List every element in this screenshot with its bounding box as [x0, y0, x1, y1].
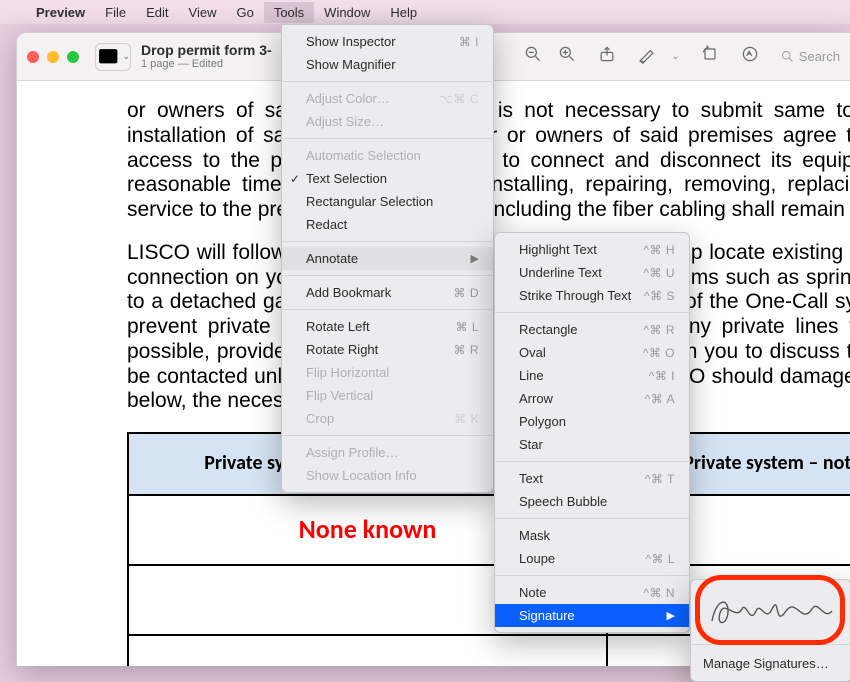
close-button[interactable]: [27, 51, 39, 63]
tools-item-rectangular-selection[interactable]: Rectangular Selection: [282, 190, 493, 213]
tools-item-flip-horizontal: Flip Horizontal: [282, 361, 493, 384]
menu-view[interactable]: View: [179, 2, 227, 23]
manage-signatures-item[interactable]: Manage Signatures…: [691, 650, 850, 676]
search-field[interactable]: Search: [780, 49, 840, 64]
rotate-icon[interactable]: [700, 44, 720, 69]
title-block: Drop permit form 3- 1 page — Edited: [141, 42, 272, 71]
annotate-item-polygon[interactable]: Polygon: [495, 410, 689, 433]
highlight-icon[interactable]: [637, 44, 657, 69]
tools-item-adjust-size-: Adjust Size…: [282, 110, 493, 133]
zoom-in-icon[interactable]: [557, 44, 577, 69]
annotate-item-strike-through-text[interactable]: Strike Through Text^⌘ S: [495, 284, 689, 307]
tools-menu: Show Inspector⌘ IShow Magnifier Adjust Co…: [281, 24, 494, 493]
annotate-item-highlight-text[interactable]: Highlight Text^⌘ H: [495, 238, 689, 261]
menu-window[interactable]: Window: [314, 2, 380, 23]
tools-item-automatic-selection: Automatic Selection: [282, 144, 493, 167]
annotate-item-mask[interactable]: Mask: [495, 524, 689, 547]
highlight-dropdown-icon[interactable]: ⌄: [671, 51, 679, 62]
toolbar-icons: ⌄ Search: [523, 44, 840, 69]
signature-submenu: Manage Signatures…: [690, 579, 850, 682]
document-subtitle: 1 page — Edited: [141, 58, 272, 71]
menu-tools[interactable]: Tools: [264, 2, 314, 23]
annotate-submenu: Highlight Text^⌘ HUnderline Text^⌘ UStri…: [494, 232, 690, 633]
app-menu[interactable]: Preview: [26, 2, 95, 23]
annotate-item-speech-bubble[interactable]: Speech Bubble: [495, 490, 689, 513]
traffic-lights: [27, 51, 79, 63]
share-icon[interactable]: [597, 44, 617, 69]
sidebar-toggle[interactable]: ⌄: [95, 43, 131, 71]
annotate-item-line[interactable]: Line^⌘ I: [495, 364, 689, 387]
zoom-button[interactable]: [67, 51, 79, 63]
minimize-button[interactable]: [47, 51, 59, 63]
annotate-item-underline-text[interactable]: Underline Text^⌘ U: [495, 261, 689, 284]
annotate-item-signature[interactable]: Signature▶: [495, 604, 689, 627]
tools-item-rotate-left[interactable]: Rotate Left⌘ L: [282, 315, 493, 338]
tools-item-text-selection[interactable]: ✓Text Selection: [282, 167, 493, 190]
document-title: Drop permit form 3-: [141, 42, 272, 58]
tools-item-adjust-color-: Adjust Color…⌥⌘ C: [282, 87, 493, 110]
menu-file[interactable]: File: [95, 2, 136, 23]
annotate-item-rectangle[interactable]: Rectangle^⌘ R: [495, 318, 689, 341]
annotate-item-star[interactable]: Star: [495, 433, 689, 456]
menu-help[interactable]: Help: [380, 2, 427, 23]
tools-item-crop: Crop⌘ K: [282, 407, 493, 430]
tools-item-rotate-right[interactable]: Rotate Right⌘ R: [282, 338, 493, 361]
tools-item-show-inspector[interactable]: Show Inspector⌘ I: [282, 30, 493, 53]
markup-icon[interactable]: [740, 44, 760, 69]
annotate-item-note[interactable]: Note^⌘ N: [495, 581, 689, 604]
tools-item-annotate[interactable]: Annotate▶: [282, 247, 493, 270]
tools-item-flip-vertical: Flip Vertical: [282, 384, 493, 407]
tools-item-add-bookmark[interactable]: Add Bookmark⌘ D: [282, 281, 493, 304]
tools-item-show-location-info: Show Location Info: [282, 464, 493, 487]
tools-item-assign-profile-: Assign Profile…: [282, 441, 493, 464]
tools-item-redact[interactable]: Redact: [282, 213, 493, 236]
tools-item-show-magnifier[interactable]: Show Magnifier: [282, 53, 493, 76]
search-placeholder: Search: [799, 49, 840, 64]
annotate-item-arrow[interactable]: Arrow^⌘ A: [495, 387, 689, 410]
zoom-out-icon[interactable]: [523, 44, 543, 69]
menu-edit[interactable]: Edit: [136, 2, 178, 23]
annotate-item-text[interactable]: Text^⌘ T: [495, 467, 689, 490]
menu-go[interactable]: Go: [226, 2, 263, 23]
table-cell: [128, 635, 607, 666]
annotate-item-loupe[interactable]: Loupe^⌘ L: [495, 547, 689, 570]
annotate-item-oval[interactable]: Oval^⌘ O: [495, 341, 689, 364]
signature-preview[interactable]: [691, 585, 850, 639]
menubar: Preview File Edit View Go Tools Window H…: [0, 0, 850, 24]
